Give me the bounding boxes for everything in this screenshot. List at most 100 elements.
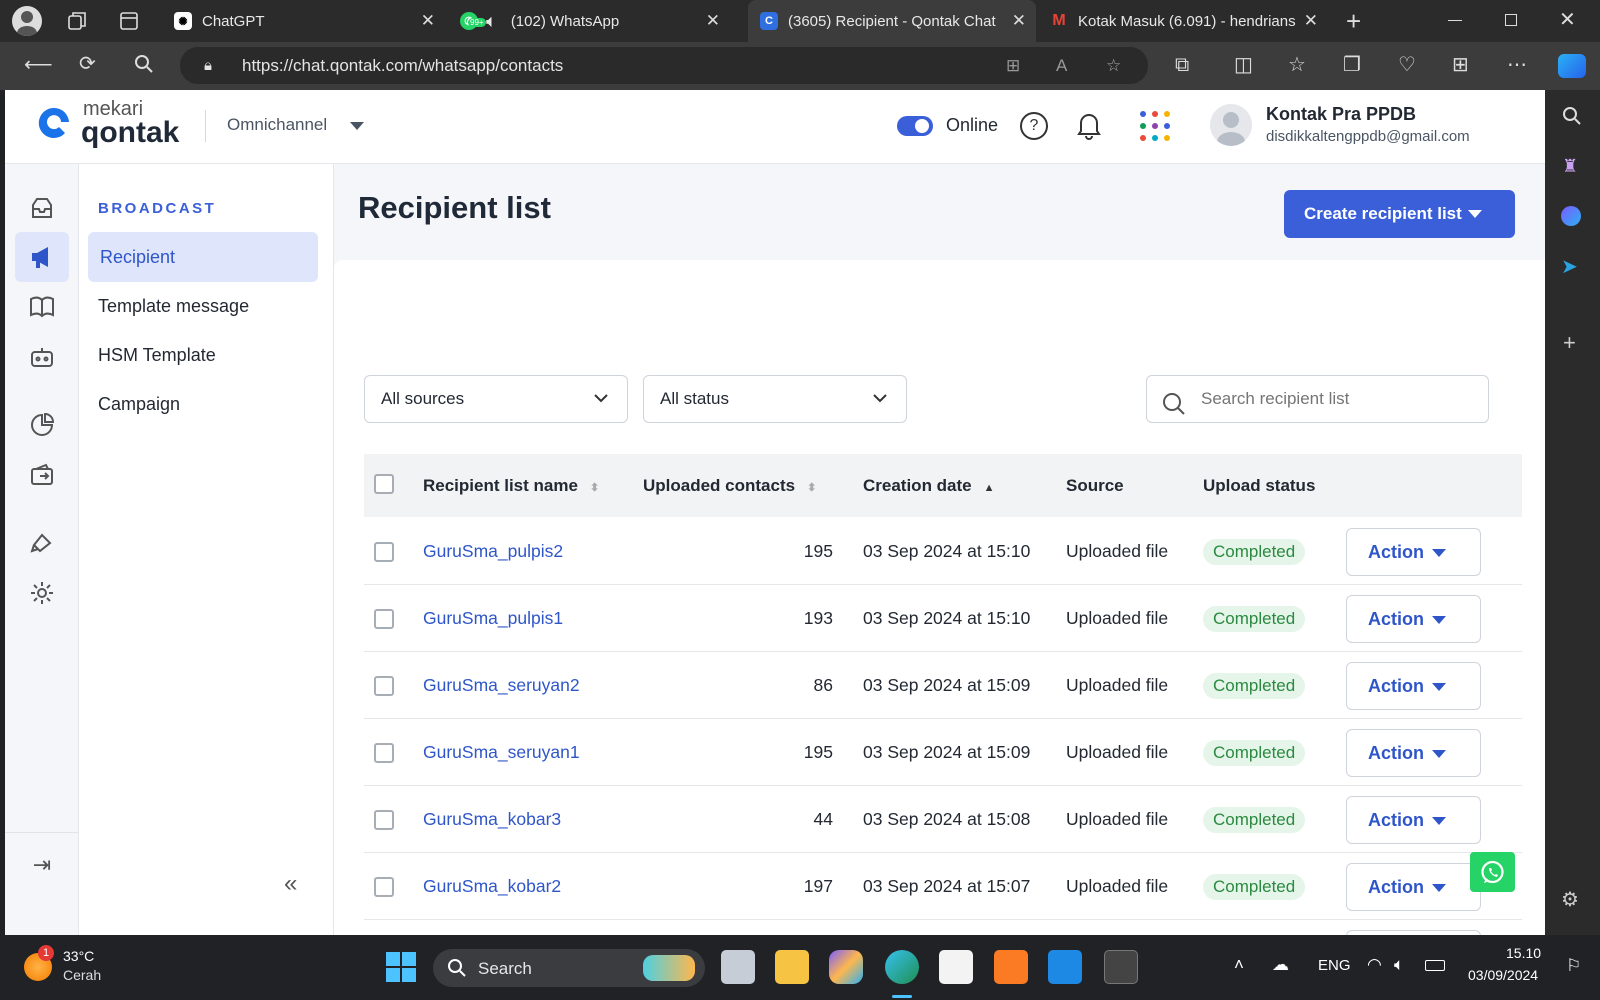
favorite-star-icon[interactable]: ☆ bbox=[1106, 47, 1121, 84]
volume-icon[interactable]: 🔈︎ bbox=[1394, 955, 1404, 975]
chatbot-icon[interactable] bbox=[27, 342, 57, 372]
close-tab-icon[interactable]: ✕ bbox=[1304, 11, 1318, 31]
terminal-icon[interactable] bbox=[1104, 950, 1138, 984]
create-recipient-list-button[interactable]: Create recipient list bbox=[1284, 190, 1515, 238]
sort-icon[interactable]: ⬍ bbox=[590, 482, 599, 494]
col-recipient-list-name[interactable]: Recipient list name ⬍ bbox=[423, 454, 599, 517]
extensions-icon[interactable]: ⧉ bbox=[1175, 55, 1189, 75]
recipient-list-name-link[interactable]: GuruSma_seruyan1 bbox=[423, 719, 580, 786]
recipient-list-name-link[interactable]: GuruSma_kobar3 bbox=[423, 786, 561, 853]
analytics-pie-icon[interactable] bbox=[27, 410, 57, 440]
recipient-list-name-link[interactable]: GuruSma_pulpis1 bbox=[423, 585, 563, 652]
row-checkbox[interactable] bbox=[374, 743, 394, 763]
games-icon[interactable]: ♜ bbox=[1562, 156, 1578, 177]
copilot-app-icon[interactable] bbox=[829, 950, 863, 984]
wallet-icon[interactable] bbox=[27, 460, 57, 490]
tab-actions-icon[interactable] bbox=[118, 10, 140, 32]
product-switcher[interactable]: Omnichannel bbox=[227, 115, 364, 135]
taskbar-search[interactable]: Search bbox=[433, 949, 705, 987]
tab-chatgpt[interactable]: ✺ ChatGPT ✕ bbox=[162, 0, 445, 42]
windows-start-icon[interactable] bbox=[385, 951, 419, 985]
row-checkbox[interactable] bbox=[374, 609, 394, 629]
telegram-icon[interactable]: ➤ bbox=[1561, 254, 1578, 279]
add-sidebar-app-icon[interactable]: + bbox=[1563, 330, 1576, 356]
copilot-sidebar-icon[interactable] bbox=[1561, 206, 1581, 226]
recipient-list-name-link[interactable]: GuruSma_kobar2 bbox=[423, 853, 561, 920]
show-hidden-icons-icon[interactable]: ˄ bbox=[1234, 955, 1244, 975]
more-menu-icon[interactable]: ⋯ bbox=[1507, 55, 1527, 75]
inbox-icon[interactable] bbox=[27, 194, 57, 224]
restore-button[interactable] bbox=[1505, 14, 1517, 26]
collections-icon[interactable]: ❐ bbox=[1343, 55, 1361, 75]
tab-whatsapp[interactable]: ✆ 99+ 🔈︎ (102) WhatsApp ✕ bbox=[448, 0, 730, 42]
task-view-icon[interactable] bbox=[721, 950, 755, 984]
recipient-list-name-link[interactable]: GuruSma_seruyan2 bbox=[423, 652, 580, 719]
split-screen-icon[interactable]: ◫ bbox=[1234, 55, 1253, 75]
notification-center-icon[interactable]: ⚐ bbox=[1566, 956, 1581, 976]
notification-bell-icon[interactable] bbox=[1075, 110, 1103, 145]
sidebar-item-hsm-template[interactable]: HSM Template bbox=[86, 330, 321, 380]
sidebar-item-template-message[interactable]: Template message bbox=[86, 281, 321, 331]
weather-widget[interactable]: 1 33°C Cerah bbox=[24, 945, 144, 990]
source-filter-dropdown[interactable]: All sources bbox=[364, 375, 628, 423]
xampp-icon[interactable] bbox=[994, 950, 1028, 984]
back-icon[interactable]: ⟵ bbox=[24, 55, 53, 75]
sort-ascending-icon[interactable]: ▲ bbox=[984, 482, 995, 494]
profile-avatar-icon[interactable] bbox=[12, 6, 42, 36]
select-all-checkbox[interactable] bbox=[374, 474, 394, 494]
clock-time[interactable]: 15.10 bbox=[1506, 945, 1541, 961]
expand-rail-icon[interactable]: ⇥ bbox=[27, 850, 57, 880]
file-explorer-icon[interactable] bbox=[775, 950, 809, 984]
close-window-button[interactable]: ✕ bbox=[1559, 7, 1576, 32]
new-tab-button[interactable]: + bbox=[1346, 6, 1361, 37]
speaker-icon[interactable]: 🔈︎ bbox=[486, 11, 497, 32]
clock-date[interactable]: 03/09/2024 bbox=[1468, 967, 1538, 983]
address-bar[interactable]: 🔒︎ https://chat.qontak.com/whatsapp/cont… bbox=[180, 47, 1148, 84]
sidebar-item-recipient[interactable]: Recipient bbox=[88, 232, 318, 282]
search-icon[interactable] bbox=[134, 54, 154, 78]
copilot-icon[interactable] bbox=[1558, 54, 1586, 78]
edge-browser-icon[interactable] bbox=[885, 950, 919, 984]
search-input[interactable] bbox=[1201, 389, 1471, 409]
close-tab-icon[interactable]: ✕ bbox=[706, 11, 720, 31]
online-toggle[interactable] bbox=[897, 116, 933, 136]
col-uploaded-contacts[interactable]: Uploaded contacts ⬍ bbox=[643, 454, 816, 517]
browser-essentials-icon[interactable]: ♡ bbox=[1398, 55, 1416, 75]
settings-gear-icon[interactable] bbox=[27, 578, 57, 608]
onedrive-icon[interactable]: ☁ bbox=[1272, 955, 1289, 975]
col-creation-date[interactable]: Creation date ▲ bbox=[863, 454, 995, 517]
status-filter-dropdown[interactable]: All status bbox=[643, 375, 907, 423]
battery-icon[interactable] bbox=[1425, 960, 1445, 971]
sidebar-settings-icon[interactable]: ⚙ bbox=[1561, 887, 1579, 912]
row-checkbox[interactable] bbox=[374, 877, 394, 897]
sidebar-search-icon[interactable] bbox=[1562, 106, 1582, 131]
action-dropdown-button[interactable]: Action bbox=[1346, 863, 1481, 911]
sidebar-item-campaign[interactable]: Campaign bbox=[86, 379, 321, 429]
favorites-icon[interactable]: ☆ bbox=[1288, 55, 1306, 75]
apps-icon[interactable]: ⊞ bbox=[1452, 55, 1469, 75]
collapse-sidebar-icon[interactable]: « bbox=[284, 870, 297, 898]
close-tab-icon[interactable]: ✕ bbox=[1012, 11, 1026, 31]
search-field[interactable] bbox=[1146, 375, 1489, 423]
minimize-button[interactable] bbox=[1448, 20, 1462, 21]
knowledge-book-icon[interactable] bbox=[27, 292, 57, 322]
sort-icon[interactable]: ⬍ bbox=[807, 482, 816, 494]
vscode-icon[interactable] bbox=[1048, 950, 1082, 984]
recipient-list-name-link[interactable]: GuruSma_pulpis2 bbox=[423, 518, 563, 585]
help-icon[interactable]: ? bbox=[1020, 112, 1048, 140]
workspaces-icon[interactable] bbox=[66, 10, 88, 32]
refresh-icon[interactable]: ⟳ bbox=[79, 54, 96, 74]
language-indicator[interactable]: ENG bbox=[1318, 957, 1351, 974]
tab-qontak[interactable]: C (3605) Recipient - Qontak Chat ✕ bbox=[748, 0, 1036, 42]
row-checkbox[interactable] bbox=[374, 810, 394, 830]
apps-grid-icon[interactable] bbox=[1138, 109, 1172, 148]
action-dropdown-button[interactable]: Action bbox=[1346, 595, 1481, 643]
action-dropdown-button[interactable]: Action bbox=[1346, 796, 1481, 844]
broadcast-rail-item[interactable] bbox=[15, 232, 69, 282]
user-avatar[interactable] bbox=[1210, 104, 1252, 146]
row-checkbox[interactable] bbox=[374, 676, 394, 696]
app-available-icon[interactable]: ⊞ bbox=[1006, 47, 1020, 84]
integrations-icon[interactable] bbox=[27, 528, 57, 558]
whatsapp-floating-button[interactable] bbox=[1470, 852, 1515, 892]
qontak-logo-icon[interactable] bbox=[35, 104, 73, 142]
